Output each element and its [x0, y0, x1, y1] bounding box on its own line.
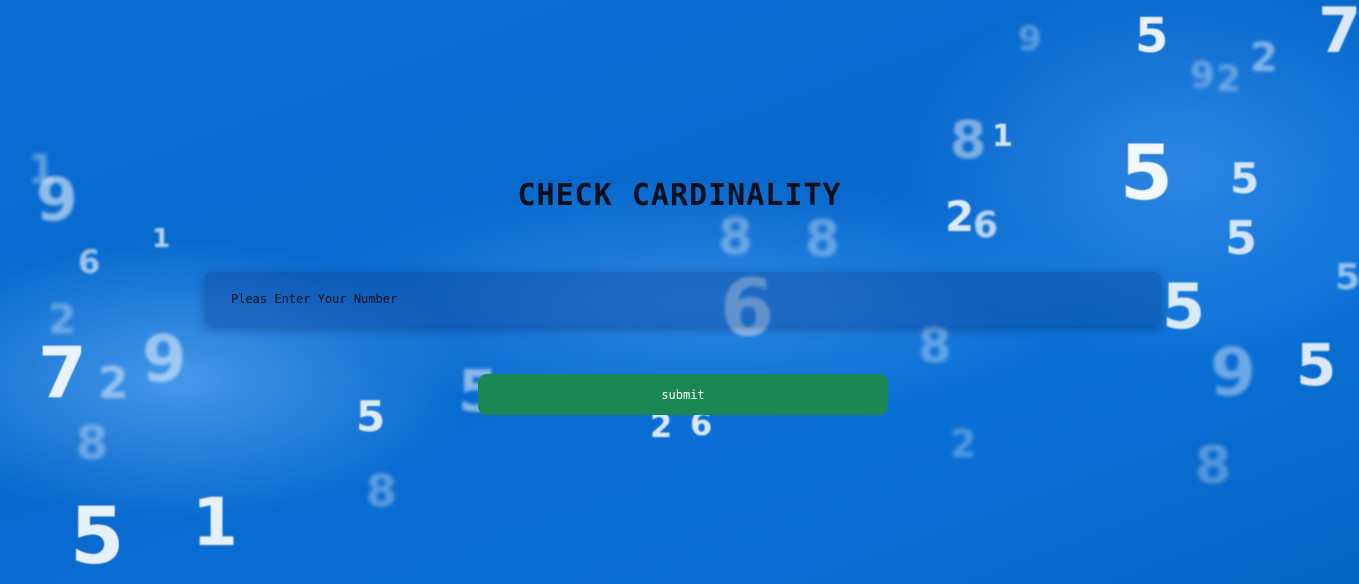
bg-digit: 2 [1250, 35, 1278, 81]
bg-digit: 2 [1216, 59, 1242, 100]
number-input[interactable] [205, 272, 1161, 326]
bg-digit: 5 [1335, 257, 1359, 298]
bg-digit: 9 [1190, 55, 1216, 96]
bg-digit: 9 [1210, 334, 1256, 411]
bg-digit: 6 [78, 243, 101, 281]
bg-digit: 5 [1135, 8, 1169, 64]
bg-digit: 8 [76, 416, 109, 470]
page-title: CHECK CARDINALITY [517, 178, 842, 213]
bg-digit: 2 [48, 297, 76, 343]
bg-digit: 8 [805, 210, 840, 268]
bg-digit: 5 [356, 392, 386, 441]
bg-digit: 1 [992, 119, 1013, 154]
bg-digit: 7 [38, 332, 87, 414]
bg-digit: 5 [1296, 331, 1337, 399]
bg-digit: 6 [973, 205, 999, 246]
bg-digit: 8 [918, 318, 952, 374]
bg-digit: 1 [192, 484, 238, 561]
bg-digit: 8 [950, 111, 987, 171]
bg-digit: 7 [1318, 0, 1359, 67]
bg-digit: 8 [366, 466, 397, 517]
bg-digit: 2 [950, 422, 977, 466]
bg-digit: 5 [70, 492, 125, 582]
bg-digit: 2 [98, 358, 129, 409]
bg-digit: 9 [142, 323, 187, 397]
bg-digit: 8 [718, 208, 753, 266]
bg-digit: 5 [1225, 211, 1258, 265]
bg-digit: 9 [1018, 19, 1042, 59]
submit-button[interactable]: submit [478, 374, 888, 415]
bg-digit: 8 [1195, 436, 1232, 496]
bg-digit: 5 [1162, 270, 1206, 343]
bg-digit: 1 [152, 224, 171, 254]
